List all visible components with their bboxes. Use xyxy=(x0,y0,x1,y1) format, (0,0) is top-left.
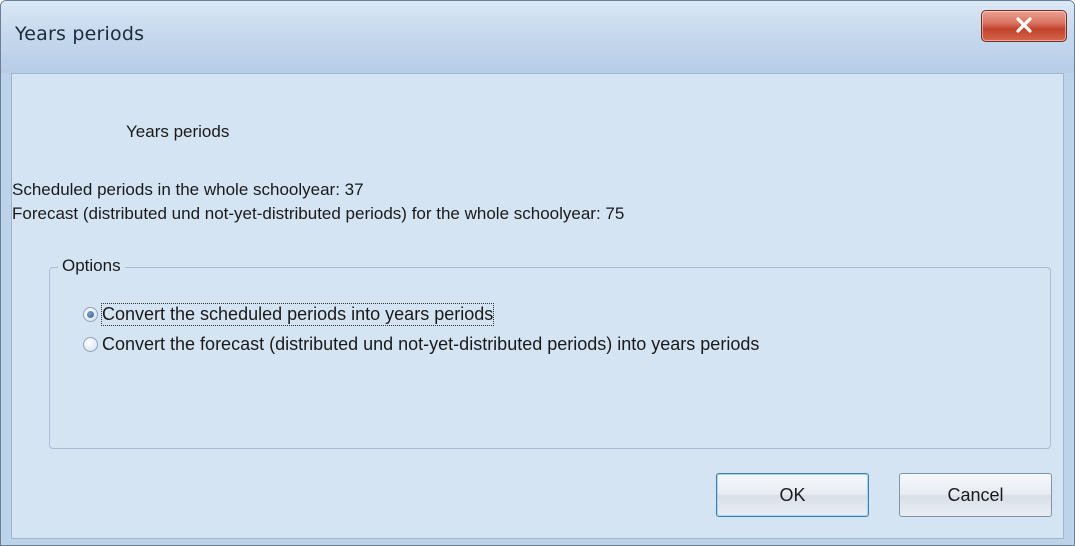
radio-button-checked[interactable] xyxy=(83,306,98,322)
dialog-window: Years periods Years periods Scheduled pe… xyxy=(0,0,1075,546)
options-legend: Options xyxy=(58,256,125,276)
option-convert-scheduled-label: Convert the scheduled periods into years… xyxy=(100,302,495,326)
close-icon xyxy=(1016,17,1032,33)
forecast-periods-text: Forecast (distributed und not-yet-distri… xyxy=(12,204,625,223)
content-heading: Years periods xyxy=(126,122,230,141)
window-title: Years periods xyxy=(15,23,145,45)
option-convert-scheduled[interactable]: Convert the scheduled periods into years… xyxy=(83,302,495,326)
option-convert-forecast[interactable]: Convert the forecast (distributed und no… xyxy=(83,333,759,355)
ok-button[interactable]: OK xyxy=(716,473,869,517)
scheduled-periods-text: Scheduled periods in the whole schoolyea… xyxy=(12,180,364,199)
options-groupbox: Options Convert the scheduled periods in… xyxy=(49,256,1051,449)
cancel-button[interactable]: Cancel xyxy=(899,473,1052,517)
dialog-content: Years periods Scheduled periods in the w… xyxy=(11,73,1064,539)
option-convert-forecast-label: Convert the forecast (distributed und no… xyxy=(102,333,760,354)
radio-button-unchecked[interactable] xyxy=(83,336,98,352)
close-button[interactable] xyxy=(981,10,1067,42)
title-bar[interactable]: Years periods xyxy=(1,1,1074,73)
